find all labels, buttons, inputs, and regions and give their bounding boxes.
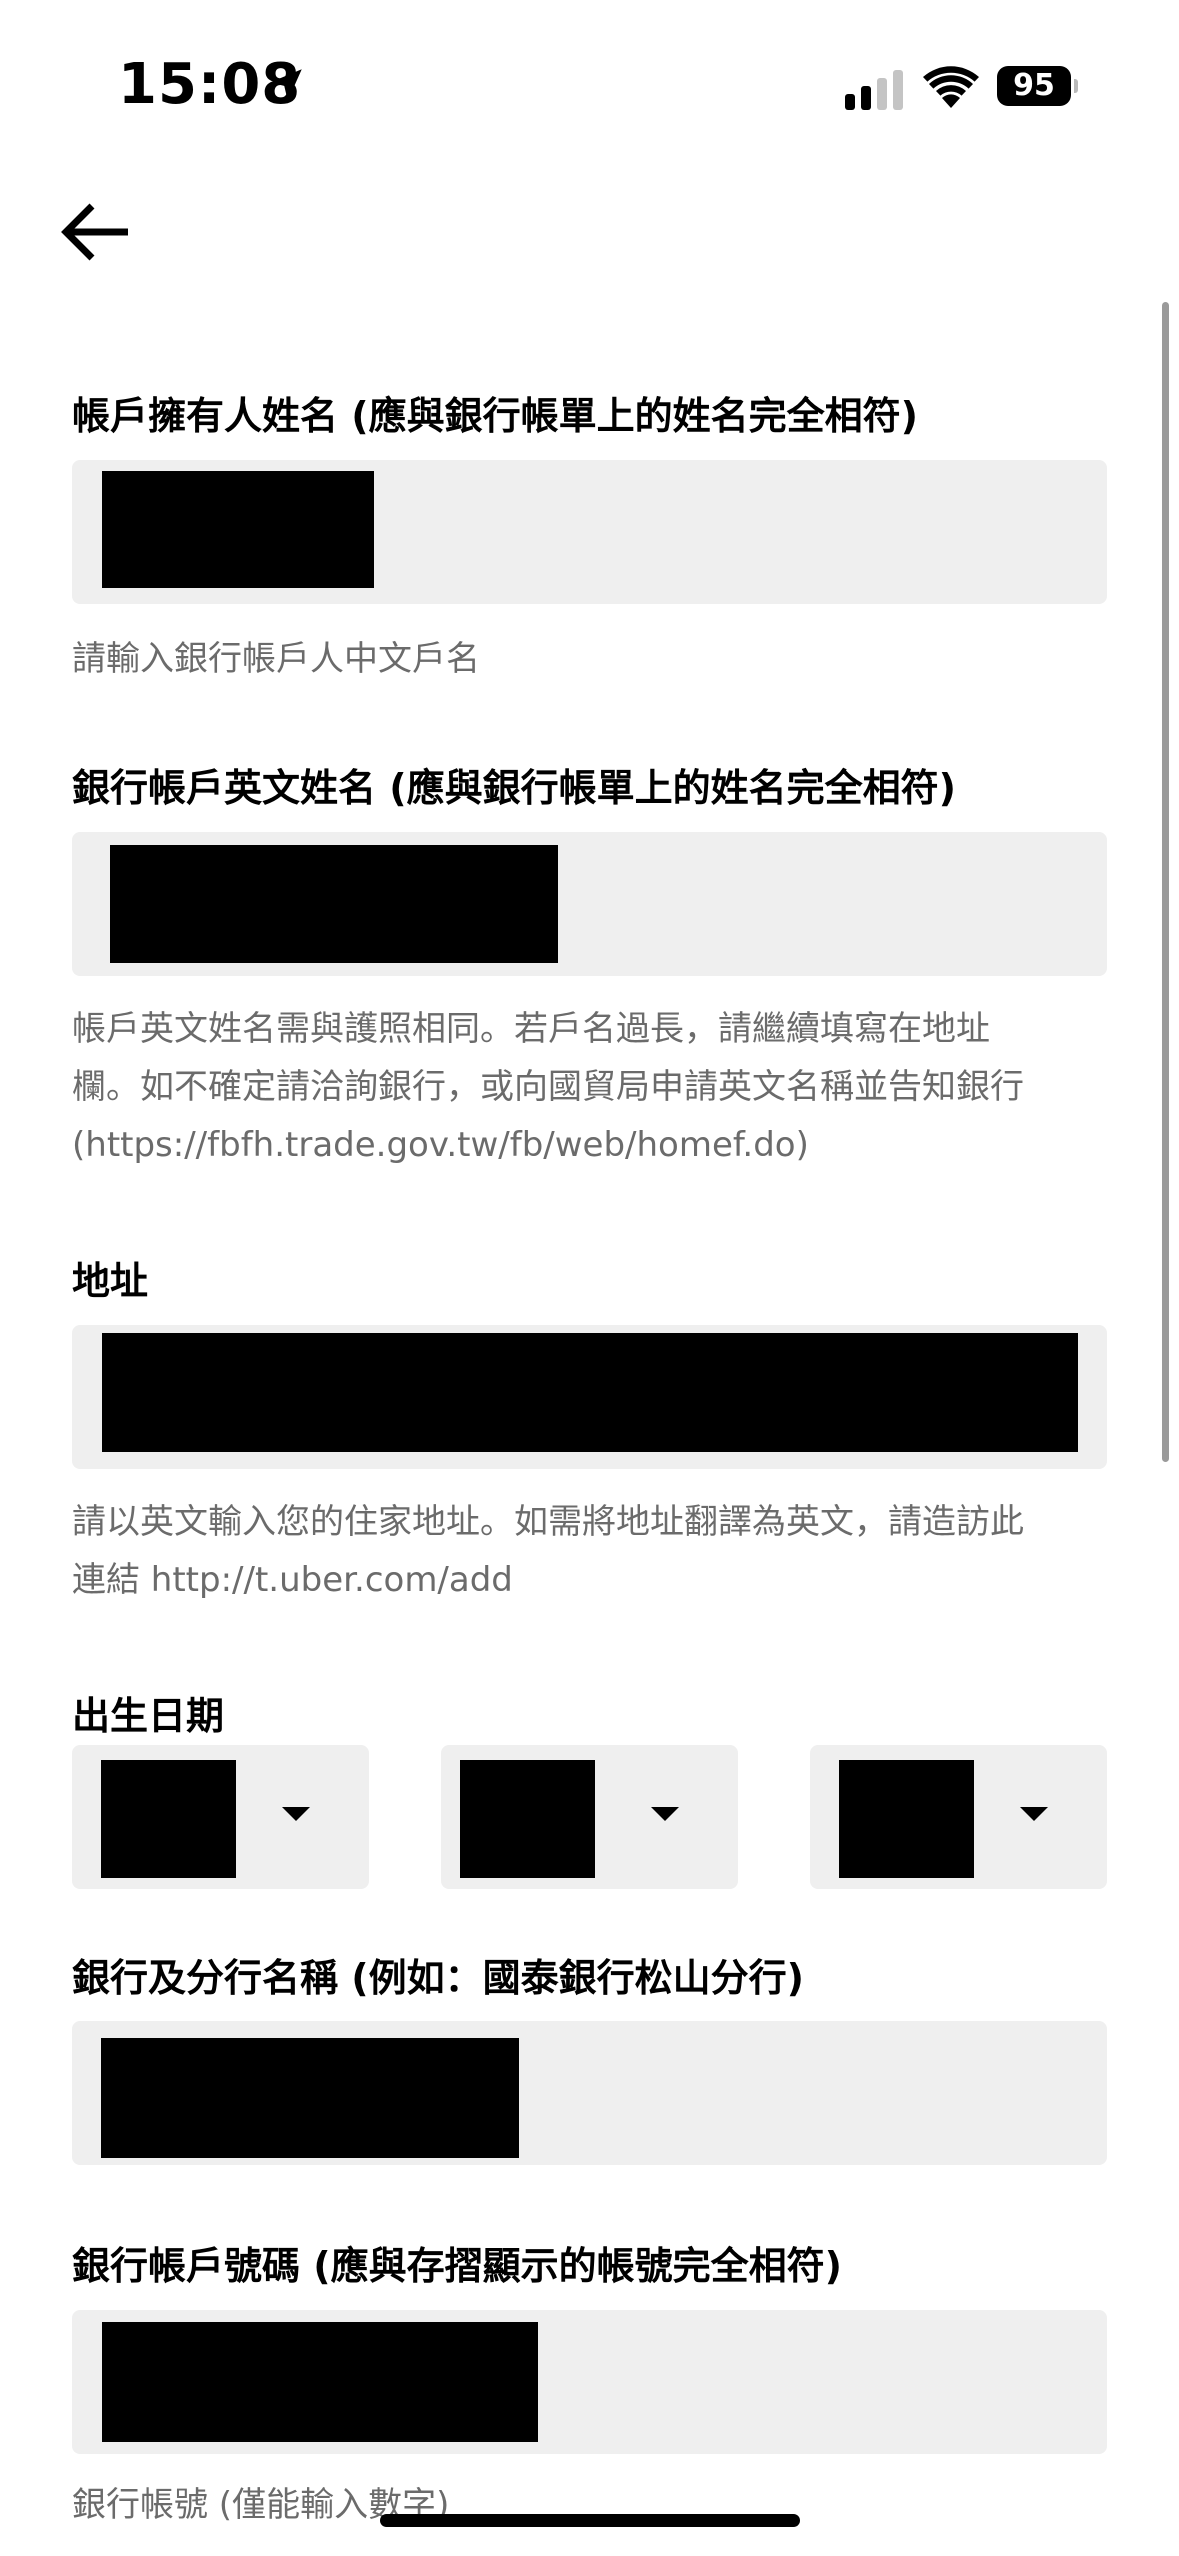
english-name-input[interactable] [72, 832, 1107, 976]
back-button[interactable] [58, 200, 134, 264]
hint-line: 請以英文輸入您的住家地址。如需將地址翻譯為英文，請造訪此 [72, 1502, 1024, 1542]
chevron-down-icon [1020, 1807, 1048, 1821]
scroll-indicator[interactable] [1162, 302, 1169, 1462]
bank-branch-label: 銀行及分行名稱 (例如：國泰銀行松山分行) [72, 1956, 804, 2000]
holder-name-label: 帳戶擁有人姓名 (應與銀行帳單上的姓名完全相符) [72, 394, 918, 438]
redacted-value [110, 845, 558, 963]
status-bar: 15:08 95 [0, 0, 1179, 170]
battery-icon: 95 [997, 66, 1078, 106]
hint-link[interactable]: (https://fbfh.trade.gov.tw/fb/web/homef.… [72, 1116, 1112, 1174]
home-indicator[interactable] [380, 2514, 800, 2527]
redacted-value [102, 471, 374, 588]
holder-name-hint: 請輸入銀行帳戶人中文戶名 [72, 639, 480, 679]
wifi-icon [923, 66, 979, 108]
chevron-down-icon [651, 1807, 679, 1821]
english-name-label: 銀行帳戶英文姓名 (應與銀行帳單上的姓名完全相符) [72, 766, 956, 810]
cellular-signal-icon [845, 70, 903, 110]
battery-cap [1074, 79, 1078, 93]
redacted-value [102, 1333, 1078, 1452]
birth-day-select[interactable] [810, 1745, 1107, 1889]
hint-link[interactable]: 連結 http://t.uber.com/add [72, 1551, 1112, 1609]
hint-line: 帳戶英文姓名需與護照相同。若戶名過長，請繼續填寫在地址 [72, 1009, 990, 1049]
arrow-left-icon [61, 203, 128, 261]
english-name-hint: 帳戶英文姓名需與護照相同。若戶名過長，請繼續填寫在地址 欄。如不確定請洽詢銀行，… [72, 1000, 1112, 1174]
address-hint: 請以英文輸入您的住家地址。如需將地址翻譯為英文，請造訪此 連結 http://t… [72, 1493, 1112, 1609]
address-input[interactable] [72, 1325, 1107, 1469]
location-arrow-icon [270, 69, 302, 101]
account-number-input[interactable] [72, 2310, 1107, 2454]
holder-name-input[interactable] [72, 460, 1107, 604]
redacted-value [839, 1760, 974, 1878]
redacted-value [101, 2038, 519, 2158]
birth-month-select[interactable] [441, 1745, 738, 1889]
bank-branch-input[interactable] [72, 2021, 1107, 2165]
account-number-label: 銀行帳戶號碼 (應與存摺顯示的帳號完全相符) [72, 2244, 842, 2288]
hint-line: 欄。如不確定請洽詢銀行，或向國貿局申請英文名稱並告知銀行 [72, 1067, 1024, 1107]
redacted-value [101, 1760, 236, 1878]
battery-level: 95 [1013, 68, 1055, 103]
birth-year-select[interactable] [72, 1745, 369, 1889]
redacted-value [102, 2322, 538, 2442]
address-label: 地址 [72, 1259, 149, 1303]
redacted-value [460, 1760, 595, 1878]
birth-date-label: 出生日期 [72, 1694, 225, 1738]
chevron-down-icon [282, 1807, 310, 1821]
